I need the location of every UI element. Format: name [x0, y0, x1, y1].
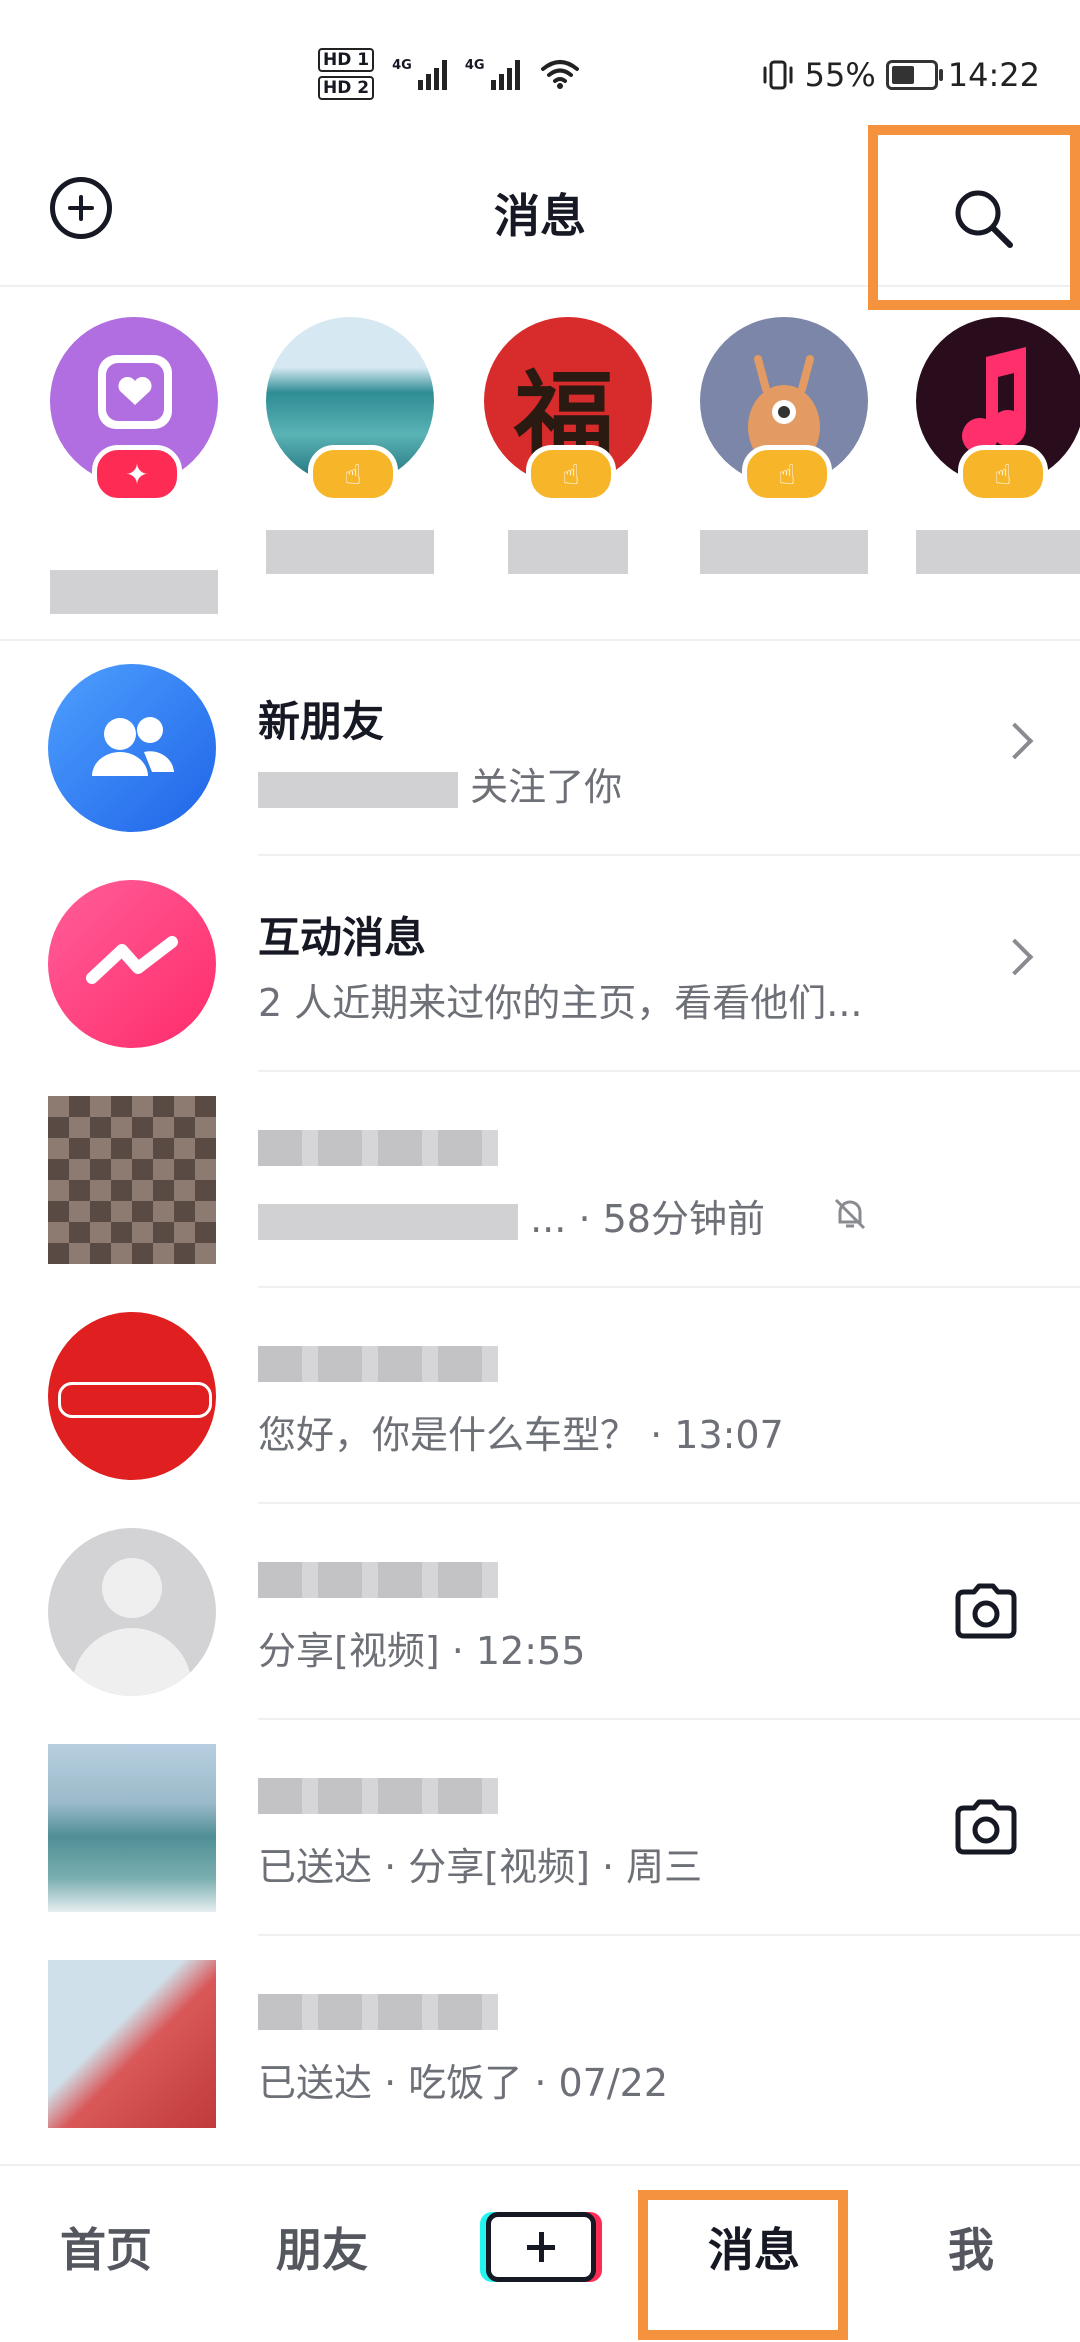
interactions-row[interactable]: 互动消息 2 人近期来过你的主页，看看他们... [0, 856, 1080, 1072]
signal-2-icon: 4G [465, 58, 520, 90]
sim-indicators: HD 1 HD 2 [318, 48, 375, 100]
friends-icon [48, 664, 216, 832]
row-subtitle: 已送达 · 分享[视频] · 周三 [258, 1845, 703, 1889]
wifi-icon [540, 60, 579, 89]
tab-friends[interactable]: 朋友 [276, 2214, 368, 2280]
avatar [48, 1744, 216, 1912]
sparkle-badge-icon: ✦ [92, 445, 182, 503]
battery-icon [885, 60, 943, 90]
blurred-name [258, 1562, 498, 1598]
conversation-row[interactable]: ... · 58分钟前 [0, 1072, 1080, 1288]
conversation-list: 新朋友 关注了你 互动消息 2 人近期来过你的主页，看看他们... ... · … [0, 640, 1080, 2152]
interaction-icon [48, 880, 216, 1048]
conversation-row[interactable]: 分享[视频] · 12:55 [0, 1504, 1080, 1720]
story-name [484, 509, 652, 595]
row-title: 新朋友 [258, 697, 385, 746]
chevron-right-icon [996, 938, 1034, 976]
top-bar: 消息 [0, 125, 1080, 310]
story-item[interactable]: ☝ [700, 317, 868, 595]
conversation-row[interactable]: 您好，你是什么车型？ · 13:07 [0, 1288, 1080, 1504]
row-title: 互动消息 [258, 913, 427, 962]
network-type-2: 4G [464, 58, 485, 73]
story-name [50, 509, 218, 614]
row-subtitle: 分享[视频] · 12:55 [258, 1629, 586, 1673]
status-bar: HD 1 HD 2 4G 4G 55% 14:22 [0, 0, 1080, 140]
story-name [266, 509, 434, 595]
timestamp: · 58分钟前 [578, 1197, 765, 1241]
timestamp: · 周三 [601, 1845, 703, 1889]
conversation-row[interactable]: 已送达 · 吃饭了 · 07/22 [0, 1936, 1080, 2152]
new-friends-row[interactable]: 新朋友 关注了你 [0, 640, 1080, 856]
search-icon [955, 190, 1013, 248]
avatar [48, 1096, 216, 1264]
story-name [916, 509, 1080, 595]
search-button[interactable] [868, 125, 1080, 310]
tab-home[interactable]: 首页 [60, 2214, 152, 2280]
sim1-label: HD 1 [318, 48, 375, 72]
create-button[interactable] [480, 2212, 602, 2282]
row-subtitle: 已送达 · 吃饭了 · 07/22 [258, 2061, 669, 2105]
conversation-row[interactable]: 已送达 · 分享[视频] · 周三 [0, 1720, 1080, 1936]
tab-messages[interactable]: 消息 [708, 2214, 800, 2280]
signal-1-icon: 4G [392, 58, 447, 90]
blurred-name [258, 771, 458, 808]
row-subtitle: 您好，你是什么车型？ · 13:07 [258, 1413, 784, 1457]
signal-indicators: HD 1 HD 2 4G 4G [318, 48, 580, 100]
blurred-name [258, 1994, 498, 2030]
sim2-label: HD 2 [318, 76, 375, 100]
wave-badge-icon: ☝ [958, 445, 1048, 503]
row-subtitle: ... · 58分钟前 [258, 1188, 765, 1243]
camera-icon[interactable] [952, 1798, 1020, 1858]
battery-percent: 55% [804, 56, 876, 94]
tab-me[interactable]: 我 [948, 2214, 994, 2280]
status-right: 55% 14:22 [761, 56, 1040, 94]
story-item[interactable]: ☝ [266, 317, 434, 595]
row-subtitle: 关注了你 [258, 756, 622, 811]
avatar [48, 1960, 216, 2128]
wave-badge-icon: ☝ [742, 445, 832, 503]
chevron-right-icon [996, 722, 1034, 760]
vibrate-icon [763, 60, 793, 90]
avatar [48, 1312, 216, 1480]
story-item[interactable]: ✦ [50, 317, 218, 614]
camera-icon[interactable] [952, 1582, 1020, 1642]
blurred-name [258, 1346, 498, 1382]
blurred-name [258, 1778, 498, 1814]
row-subtitle: 2 人近期来过你的主页，看看他们... [258, 981, 863, 1025]
clock: 14:22 [947, 56, 1040, 94]
network-type-1: 4G [392, 58, 412, 73]
story-name [700, 509, 868, 595]
plus-icon [486, 2212, 596, 2282]
mute-bell-icon [834, 1198, 866, 1230]
avatar [48, 1528, 216, 1696]
blurred-name [258, 1130, 498, 1166]
recent-contacts-row: ✦ ☝ 福 ☝ ☝ ☝ [0, 287, 1080, 641]
timestamp: · 12:55 [451, 1629, 586, 1673]
story-item[interactable]: 福 ☝ [484, 317, 652, 595]
wave-badge-icon: ☝ [308, 445, 398, 503]
story-item[interactable]: ☝ [916, 317, 1080, 595]
wave-badge-icon: ☝ [526, 445, 616, 503]
timestamp: · 07/22 [534, 2061, 669, 2105]
bottom-tab-bar: 首页 朋友 消息 我 [0, 2164, 1080, 2342]
timestamp: · 13:07 [650, 1413, 784, 1457]
